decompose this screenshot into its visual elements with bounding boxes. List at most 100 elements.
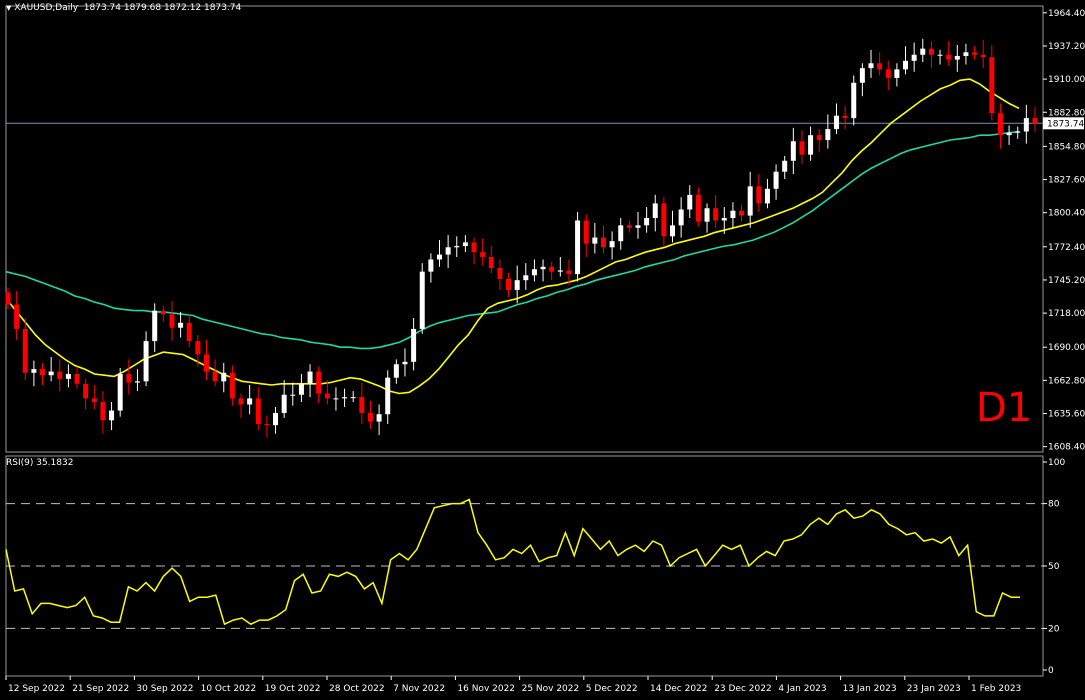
candle-body	[903, 60, 909, 70]
candle-body	[980, 54, 986, 58]
candle-body	[298, 383, 304, 395]
candle-body	[566, 270, 572, 275]
candle-body	[514, 280, 520, 290]
candle-body	[670, 225, 676, 237]
symbol-label: XAUUSD,Daily	[14, 3, 79, 13]
candle-body	[74, 374, 80, 384]
candle-body	[687, 194, 693, 210]
candle-body	[393, 364, 399, 378]
candle-body	[972, 52, 978, 55]
date-tick-label: 10 Oct 2022	[201, 684, 257, 694]
candle-body	[575, 220, 581, 275]
candle-body	[833, 115, 839, 130]
candle-body	[497, 267, 503, 279]
candle-body	[83, 383, 89, 399]
chart-canvas: 1964.40 1937.20 1910.00 1882.80 1854.80 1827.…	[5, 5, 1085, 694]
candle-body	[203, 354, 209, 372]
candle-body	[281, 394, 287, 414]
candle-body	[523, 275, 529, 281]
price-tick-label: 1745.20	[1048, 276, 1085, 286]
price-tick-label: 1635.60	[1048, 409, 1085, 419]
candle-body	[782, 160, 788, 172]
candle-body	[713, 208, 719, 221]
price-tick-label: 1662.80	[1048, 376, 1085, 386]
date-tick-label: 23 Dec 2022	[714, 684, 772, 694]
price-tick-label: 1964.40	[1048, 9, 1085, 19]
rsi-tick-label: 0	[1048, 666, 1054, 676]
candle-body	[825, 129, 831, 141]
candle-body	[126, 374, 132, 383]
candle-body	[40, 369, 46, 376]
candle-body	[851, 82, 857, 119]
candle-body	[652, 203, 658, 219]
price-tick-label: 1827.60	[1048, 176, 1085, 186]
candle-body	[367, 413, 373, 422]
candle-body	[316, 371, 322, 394]
candle-body	[859, 68, 865, 83]
date-tick-label: 1 Feb 2023	[971, 684, 1021, 694]
candle-body	[592, 237, 598, 244]
candle-body	[557, 270, 563, 272]
candle-body	[1023, 118, 1029, 132]
candle-body	[773, 171, 779, 189]
candle-body	[997, 113, 1003, 136]
candle-body	[419, 271, 425, 329]
date-tick-label: 25 Nov 2022	[522, 684, 580, 694]
candle-body	[790, 141, 796, 161]
collapse-triangle-icon[interactable]: ▼	[6, 4, 11, 12]
candle-body	[454, 246, 460, 248]
candle-body	[178, 322, 184, 328]
candle-body	[350, 397, 356, 399]
date-tick-label: 30 Sep 2022	[136, 684, 193, 694]
rsi-tick-label: 50	[1048, 562, 1060, 572]
candle-body	[583, 220, 589, 244]
rsi-tick-label: 80	[1048, 500, 1060, 510]
candle-body	[600, 237, 606, 248]
date-tick-label: 13 Jan 2023	[843, 684, 897, 694]
candle-body	[885, 69, 891, 78]
candle-body	[376, 414, 382, 422]
date-tick-label: 14 Dec 2022	[650, 684, 708, 694]
candle-body	[471, 242, 477, 253]
date-tick-label: 28 Oct 2022	[329, 684, 385, 694]
price-tick-label: 1854.80	[1048, 142, 1085, 152]
date-tick-label: 16 Nov 2022	[457, 684, 515, 694]
candle-body	[678, 209, 684, 226]
candle-body	[989, 57, 995, 114]
candle-body	[946, 54, 952, 60]
candle-body	[160, 310, 166, 315]
candle-body	[333, 398, 339, 400]
candle-body	[635, 225, 641, 228]
ohlc-readout: 1873.74 1879.68 1872.12 1873.74	[83, 3, 242, 13]
date-tick-label: 4 Jan 2023	[778, 684, 826, 694]
candle-body	[437, 254, 442, 260]
candle-body	[894, 69, 900, 78]
candle-body	[1006, 132, 1012, 136]
price-tick-label: 1608.40	[1048, 443, 1085, 453]
candle-body	[65, 374, 71, 379]
candle-body	[57, 371, 63, 379]
candle-body	[152, 310, 158, 342]
candle-body	[540, 266, 546, 270]
current-price-label: 1873.74	[1047, 119, 1084, 129]
candle-body	[359, 397, 365, 414]
candle-body	[255, 398, 261, 424]
candle-body	[764, 188, 770, 204]
date-tick-label: 23 Jan 2023	[907, 684, 961, 694]
candle-body	[618, 225, 624, 242]
date-tick-label: 5 Dec 2022	[586, 684, 638, 694]
ma-fast-line	[5, 78, 1020, 395]
main-chart-header: ▼ XAUUSD,Daily 1873.74 1879.68 1872.12 1…	[6, 3, 241, 13]
candle-body	[229, 372, 235, 399]
candle-body	[324, 393, 330, 399]
candle-body	[928, 48, 934, 55]
candle-body	[747, 186, 753, 216]
candle-body	[169, 314, 175, 328]
rsi-header: RSI(9) 35.1832	[6, 458, 74, 468]
price-tick-label: 1718.00	[1048, 309, 1085, 319]
candle-body	[143, 341, 149, 382]
candle-body	[877, 63, 883, 70]
date-tick-label: 7 Nov 2022	[393, 684, 445, 694]
candle-body	[428, 259, 434, 272]
date-tick-label: 12 Sep 2022	[8, 684, 65, 694]
